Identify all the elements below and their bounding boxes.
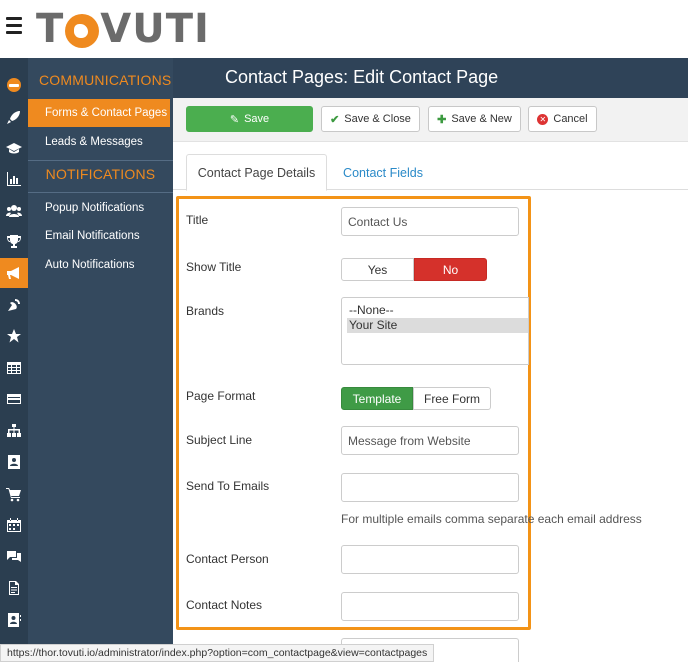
page-format-free-form-button[interactable]: Free Form <box>413 387 491 410</box>
graduation-cap-icon[interactable] <box>0 133 28 163</box>
edit-icon: ✎ <box>229 113 240 126</box>
cancel-icon: ✕ <box>537 113 549 125</box>
sidebar-nav: COMMUNICATIONS Forms & Contact Pages Lea… <box>28 58 173 644</box>
send-to-emails-hint: For multiple emails comma separate each … <box>341 512 642 526</box>
brands-option-your-site[interactable]: Your Site <box>347 318 528 333</box>
nav-item-popup-notifications[interactable]: Popup Notifications <box>28 194 173 222</box>
cancel-button[interactable]: ✕ Cancel <box>528 106 597 132</box>
table-icon[interactable] <box>0 353 28 383</box>
nav-divider <box>28 192 173 193</box>
satellite-dish-icon[interactable] <box>0 290 28 320</box>
tab-contact-fields[interactable]: Contact Fields <box>333 154 433 191</box>
cancel-button-label: Cancel <box>553 113 588 125</box>
save-new-button-label: Save & New <box>451 113 512 125</box>
bar-chart-icon[interactable] <box>0 164 28 194</box>
brands-option-none[interactable]: --None-- <box>342 303 528 318</box>
contact-card-icon[interactable] <box>0 447 28 477</box>
save-button-label: Save <box>244 113 270 125</box>
check-icon: ✔ <box>330 113 340 126</box>
star-icon[interactable] <box>0 321 28 351</box>
browser-status-bar-url: https://thor.tovuti.io/administrator/ind… <box>0 644 435 662</box>
icon-rail <box>0 58 28 644</box>
user-avatar-icon[interactable] <box>0 70 28 100</box>
contact-person-label: Contact Person <box>186 552 269 566</box>
credit-card-icon[interactable] <box>0 384 28 414</box>
plus-icon: ✚ <box>437 113 447 126</box>
tab-contact-page-details[interactable]: Contact Page Details <box>186 154 327 191</box>
toolbar: ✎ Save ✔ Save & Close ✚ Save & New ✕ Can… <box>173 98 688 142</box>
show-title-yes-button[interactable]: Yes <box>341 258 414 281</box>
logo-letter-t: T <box>36 6 65 52</box>
megaphone-icon[interactable] <box>0 258 28 288</box>
sitemap-icon[interactable] <box>0 416 28 446</box>
title-label: Title <box>186 213 209 227</box>
save-close-button-label: Save & Close <box>344 113 411 125</box>
title-input[interactable]: Contact Us <box>341 207 519 236</box>
save-new-button[interactable]: ✚ Save & New <box>428 106 521 132</box>
nav-heading-communications: COMMUNICATIONS <box>39 72 172 88</box>
app-root: T VUTI COMMUNICATIONS Forms & Contact Pa… <box>0 0 688 662</box>
calendar-icon[interactable] <box>0 510 28 540</box>
show-title-label: Show Title <box>186 260 242 274</box>
rocket-icon[interactable] <box>0 102 28 132</box>
send-to-emails-input[interactable] <box>341 473 519 502</box>
subject-line-label: Subject Line <box>186 433 253 447</box>
address-book-icon[interactable] <box>0 605 28 635</box>
page-format-template-button[interactable]: Template <box>341 387 413 410</box>
nav-item-auto-notifications[interactable]: Auto Notifications <box>28 251 173 279</box>
nav-item-leads-messages[interactable]: Leads & Messages <box>28 128 173 156</box>
save-close-button[interactable]: ✔ Save & Close <box>321 106 420 132</box>
nav-item-forms-contact-pages[interactable]: Forms & Contact Pages <box>28 99 170 127</box>
document-icon[interactable] <box>0 573 28 603</box>
chat-bubbles-icon[interactable] <box>0 542 28 572</box>
shopping-cart-icon[interactable] <box>0 479 28 509</box>
contact-notes-input[interactable] <box>341 592 519 621</box>
tab-bar: Contact Page Details Contact Fields <box>173 150 688 191</box>
content-header: Contact Pages: Edit Contact Page <box>173 58 688 98</box>
send-to-emails-label: Send To Emails <box>186 479 270 493</box>
trophy-icon[interactable] <box>0 227 28 257</box>
hamburger-menu-icon[interactable] <box>6 17 22 37</box>
subject-line-input[interactable]: Message from Website <box>341 426 519 455</box>
save-button[interactable]: ✎ Save <box>186 106 313 132</box>
show-title-no-button[interactable]: No <box>414 258 487 281</box>
page-format-label: Page Format <box>186 389 256 403</box>
nav-heading-notifications: NOTIFICATIONS <box>45 166 156 182</box>
users-icon[interactable] <box>0 196 28 226</box>
brands-listbox[interactable]: --None-- Your Site <box>341 297 529 365</box>
contact-notes-label: Contact Notes <box>186 598 263 612</box>
logo-elephant-icon <box>65 14 100 48</box>
top-bar: T VUTI <box>0 0 688 58</box>
brands-label: Brands <box>186 304 225 318</box>
nav-item-email-notifications[interactable]: Email Notifications <box>28 222 173 250</box>
logo-letters-vuti: VUTI <box>100 6 210 52</box>
contact-person-input[interactable] <box>341 545 519 574</box>
tovuti-logo[interactable]: T VUTI <box>36 5 210 53</box>
page-title: Contact Pages: Edit Contact Page <box>225 67 499 87</box>
